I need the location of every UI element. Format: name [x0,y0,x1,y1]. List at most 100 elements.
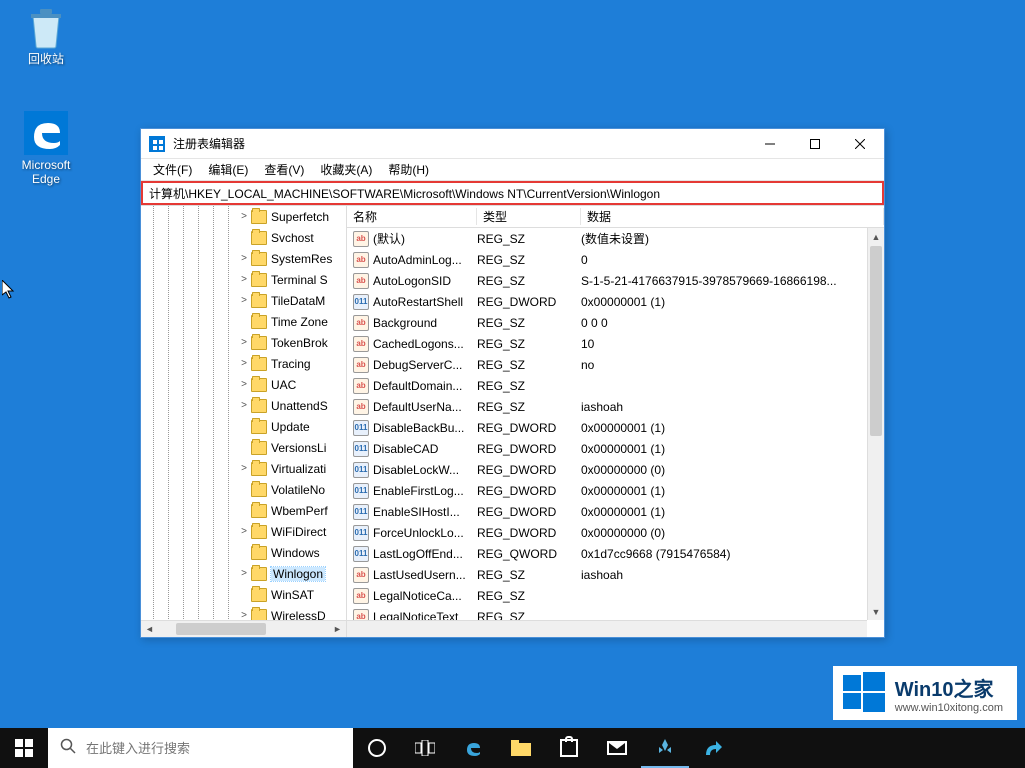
col-header-type[interactable]: 类型 [477,208,581,225]
taskbar-store[interactable] [545,728,593,768]
expand-icon[interactable]: > [237,463,251,474]
value-type-icon: 011 [353,525,369,541]
expand-icon[interactable]: > [237,295,251,306]
list-row[interactable]: 011EnableSIHostI...REG_DWORD0x00000001 (… [347,501,884,522]
scroll-up-icon[interactable]: ▲ [868,228,884,245]
menu-edit[interactable]: 编辑(E) [200,159,256,180]
desktop-icon-edge[interactable]: Microsoft Edge [8,110,84,187]
taskbar-app[interactable] [641,728,689,768]
menu-file[interactable]: 文件(F) [145,159,200,180]
tree-item[interactable]: >UAC [237,374,346,395]
taskbar [0,728,1025,768]
expand-icon[interactable]: > [237,379,251,390]
taskbar-taskview[interactable] [401,728,449,768]
tree-item[interactable]: >Tracing [237,353,346,374]
col-header-name[interactable]: 名称 [347,208,477,225]
desktop-icon-recycle-bin[interactable]: 回收站 [8,4,84,66]
expand-icon[interactable]: > [237,253,251,264]
address-bar[interactable]: 计算机\HKEY_LOCAL_MACHINE\SOFTWARE\Microsof… [141,181,884,205]
tree-item[interactable]: > TileDataM [237,290,346,311]
col-header-data[interactable]: 数据 [581,208,884,225]
tree-item[interactable]: WbemPerf [237,500,346,521]
value-name: EnableFirstLog... [373,484,477,498]
titlebar[interactable]: 注册表编辑器 [141,129,884,159]
list-row[interactable]: abDebugServerC...REG_SZno [347,354,884,375]
taskbar-app2[interactable] [689,728,737,768]
list-row[interactable]: ab(默认)REG_SZ(数值未设置) [347,228,884,249]
tree-item[interactable]: >UnattendS [237,395,346,416]
scroll-right-icon[interactable]: ► [329,621,346,637]
tree-item[interactable]: >Terminal S [237,269,346,290]
tree-item[interactable]: >Virtualizati [237,458,346,479]
list-row[interactable]: abAutoLogonSIDREG_SZS-1-5-21-4176637915-… [347,270,884,291]
tree-item-label: VolatileNo [271,483,325,497]
tree-item[interactable]: VersionsLi [237,437,346,458]
tree-item[interactable]: Windows [237,542,346,563]
tree-item[interactable]: >WiFiDirect [237,521,346,542]
scroll-down-icon[interactable]: ▼ [868,603,884,620]
scroll-left-icon[interactable]: ◄ [141,621,158,637]
list-row[interactable]: abAutoAdminLog...REG_SZ0 [347,249,884,270]
tree-item[interactable]: Svchost [237,227,346,248]
tree-item[interactable]: >Superfetch [237,206,346,227]
list-row[interactable]: abCachedLogons...REG_SZ10 [347,333,884,354]
list-hscrollbar[interactable] [347,620,867,637]
taskbar-mail[interactable] [593,728,641,768]
tree-item-label: SystemRes [271,252,332,266]
store-icon [560,739,578,757]
list-row[interactable]: abLegalNoticeCa...REG_SZ [347,585,884,606]
value-data: (数值未设置) [581,230,884,247]
value-type: REG_DWORD [477,526,581,540]
folder-icon [251,210,267,224]
expand-icon[interactable]: > [237,526,251,537]
search-input[interactable] [86,741,341,756]
list-row[interactable]: abLastUsedUsern...REG_SZiashoah [347,564,884,585]
value-type: REG_DWORD [477,421,581,435]
folder-icon [251,357,267,371]
tree-item[interactable]: Time Zone [237,311,346,332]
taskbar-edge[interactable] [449,728,497,768]
minimize-button[interactable] [747,130,792,158]
list-row[interactable]: 011ForceUnlockLo...REG_DWORD0x00000000 (… [347,522,884,543]
list-row[interactable]: 011EnableFirstLog...REG_DWORD0x00000001 … [347,480,884,501]
list-row[interactable]: 011AutoRestartShellREG_DWORD0x00000001 (… [347,291,884,312]
value-name: DefaultUserNa... [373,400,477,414]
maximize-button[interactable] [792,130,837,158]
taskbar-search[interactable] [48,728,353,768]
taskbar-explorer[interactable] [497,728,545,768]
expand-icon[interactable]: > [237,400,251,411]
tree-item-label: TileDataM [271,294,325,308]
menu-view[interactable]: 查看(V) [256,159,312,180]
tree-item-label: Update [271,420,310,434]
list-row[interactable]: abDefaultUserNa...REG_SZiashoah [347,396,884,417]
list-pane: 名称 类型 数据 ab(默认)REG_SZ(数值未设置)abAutoAdminL… [347,206,884,637]
scroll-thumb[interactable] [176,623,266,635]
start-button[interactable] [0,728,48,768]
tree-item[interactable]: >Winlogon [237,563,346,584]
tree-item[interactable]: Update [237,416,346,437]
scroll-thumb[interactable] [870,246,882,436]
list-row[interactable]: 011DisableLockW...REG_DWORD0x00000000 (0… [347,459,884,480]
list-vscrollbar[interactable]: ▲ ▼ [867,228,884,620]
list-row[interactable]: 011LastLogOffEnd...REG_QWORD0x1d7cc9668 … [347,543,884,564]
expand-icon[interactable]: > [237,337,251,348]
list-row[interactable]: 011DisableCADREG_DWORD0x00000001 (1) [347,438,884,459]
list-row[interactable]: 011DisableBackBu...REG_DWORD0x00000001 (… [347,417,884,438]
tree-item[interactable]: > SystemRes [237,248,346,269]
list-row[interactable]: abBackgroundREG_SZ0 0 0 [347,312,884,333]
menu-help[interactable]: 帮助(H) [380,159,437,180]
list-row[interactable]: abDefaultDomain...REG_SZ [347,375,884,396]
menu-favorites[interactable]: 收藏夹(A) [312,159,380,180]
taskbar-cortana[interactable] [353,728,401,768]
expand-icon[interactable]: > [237,568,251,579]
expand-icon[interactable]: > [237,211,251,222]
tree-item[interactable]: VolatileNo [237,479,346,500]
tree-hscrollbar[interactable]: ◄ ► [141,620,346,637]
expand-icon[interactable]: > [237,358,251,369]
value-type: REG_SZ [477,337,581,351]
tree-item[interactable]: WinSAT [237,584,346,605]
expand-icon[interactable]: > [237,274,251,285]
close-button[interactable] [837,130,882,158]
tree-item[interactable]: >TokenBrok [237,332,346,353]
folder-icon [251,252,267,266]
